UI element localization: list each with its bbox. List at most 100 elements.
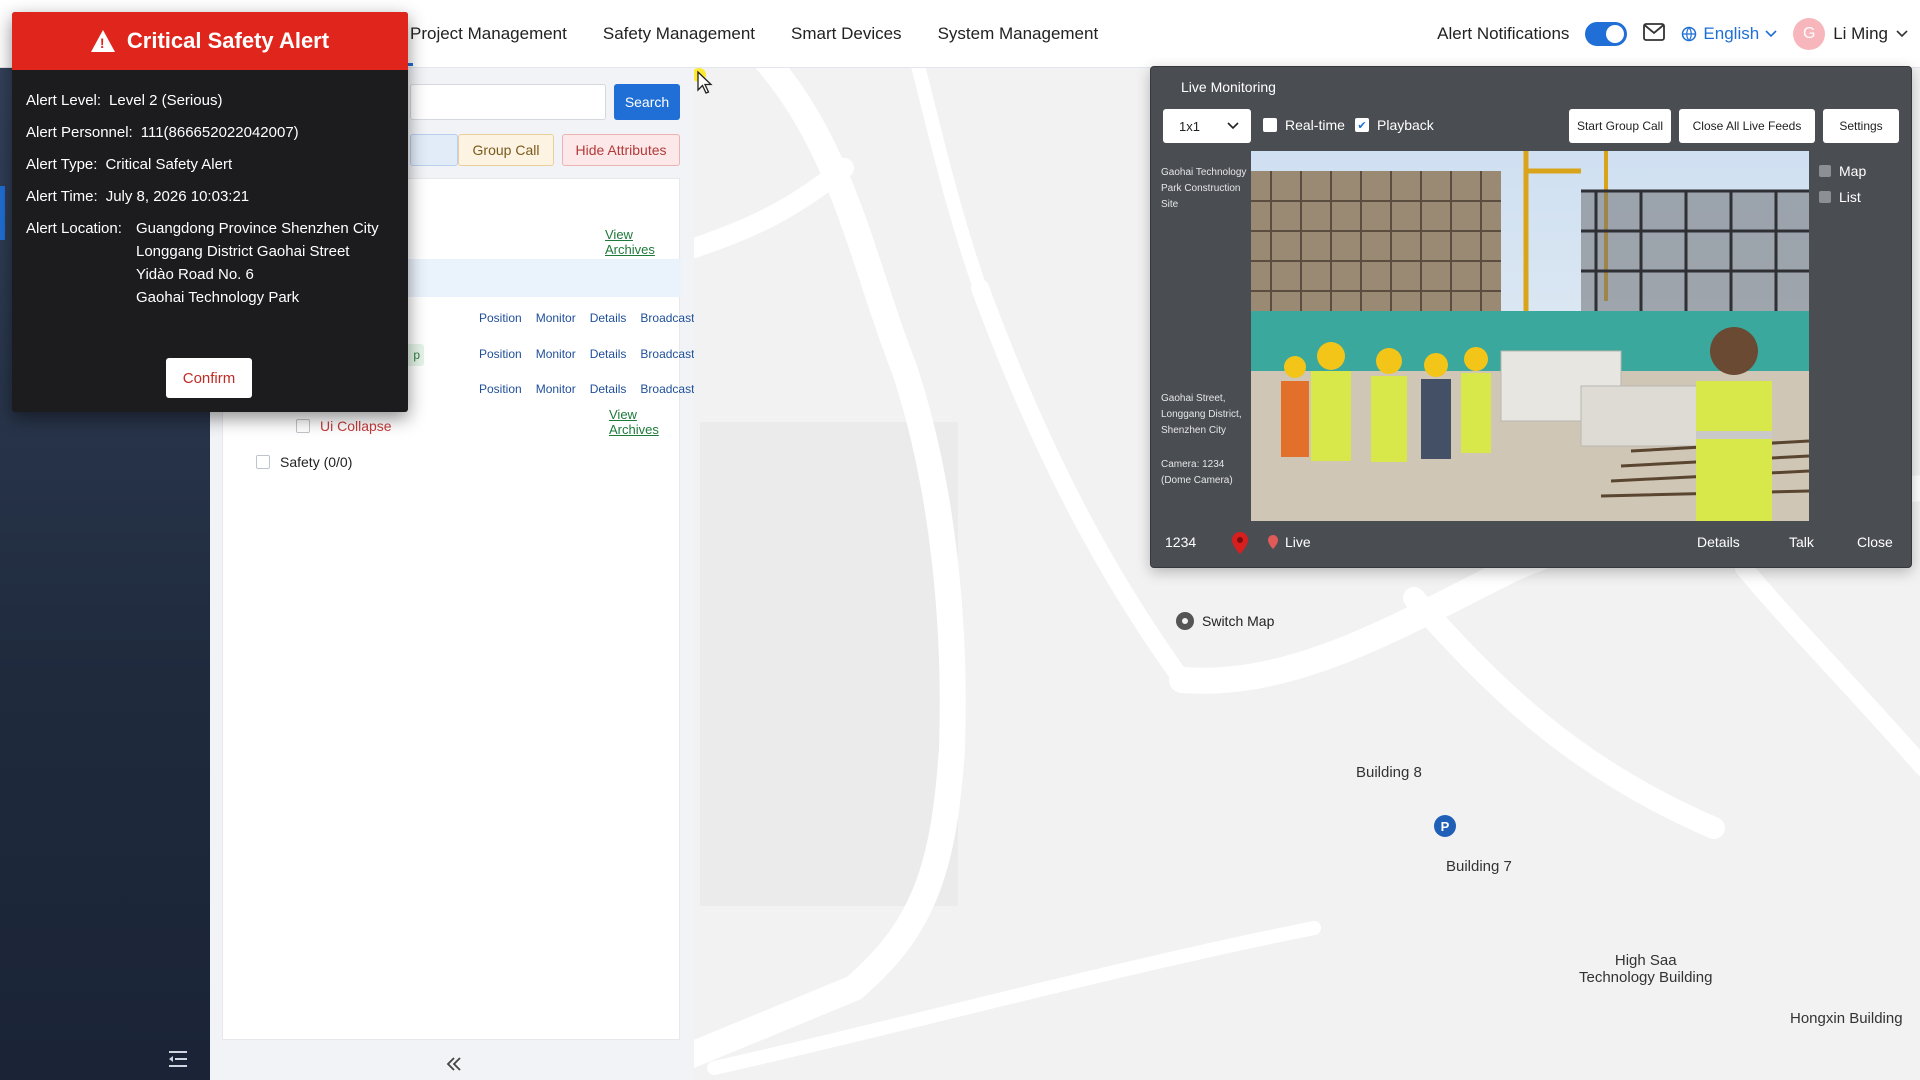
gear-icon: [1176, 612, 1194, 630]
live-monitoring-window: Live Monitoring 1x1 Real-time ✔ Playback…: [1150, 66, 1912, 568]
details-button[interactable]: Details: [1697, 534, 1740, 550]
language-selector[interactable]: English: [1681, 24, 1777, 44]
alert-time-value: July 8, 2026 10:03:21: [105, 188, 250, 205]
playback-option[interactable]: ✔ Playback: [1355, 117, 1434, 133]
broadcast-link[interactable]: Broadcast: [640, 382, 694, 396]
sidebar-active-marker: [0, 186, 5, 240]
parking-icon: P: [1434, 815, 1456, 837]
search-input[interactable]: [410, 84, 606, 120]
alert-time-row: Alert Time: July 8, 2026 10:03:21: [26, 188, 394, 205]
alert-type-label: Alert Type:: [26, 156, 98, 173]
map-pin-icon[interactable]: [1231, 531, 1249, 558]
list-item-ui-collapse[interactable]: Ui Collapse: [296, 418, 392, 434]
nav-system-management[interactable]: System Management: [938, 24, 1099, 44]
live-status[interactable]: Live: [1267, 534, 1311, 550]
nav-project-management[interactable]: Project Management: [410, 24, 567, 44]
realtime-label: Real-time: [1285, 117, 1345, 133]
playback-label: Playback: [1377, 117, 1434, 133]
map-label-high-saa-line2: Technology Building: [1579, 969, 1713, 986]
checkbox[interactable]: [296, 419, 310, 433]
live-monitoring-title: Live Monitoring: [1181, 79, 1276, 95]
map-option[interactable]: Map: [1819, 163, 1866, 179]
filter-button[interactable]: [410, 134, 458, 166]
map-option-checkbox[interactable]: [1819, 165, 1831, 177]
alert-level-row: Alert Level: Level 2 (Serious): [26, 92, 394, 109]
hide-attributes-button[interactable]: Hide Attributes: [562, 134, 680, 166]
header-right: Alert Notifications English G Li Ming: [1437, 0, 1908, 68]
view-archives-link[interactable]: View Archives: [605, 227, 679, 257]
list-option[interactable]: List: [1819, 189, 1861, 205]
realtime-checkbox[interactable]: [1263, 118, 1277, 132]
group-call-button[interactable]: Group Call: [458, 134, 554, 166]
live-pin-icon: [1268, 535, 1278, 549]
list-item-label: Safety (0/0): [280, 454, 353, 470]
switch-map-button[interactable]: Switch Map: [1176, 612, 1274, 630]
camera-id: 1234: [1165, 534, 1197, 550]
camera-location: Gaohai Street, Longgang District, Shenzh…: [1161, 393, 1242, 436]
position-link[interactable]: Position: [479, 347, 522, 361]
talk-button[interactable]: Talk: [1789, 534, 1814, 550]
nav-smart-devices[interactable]: Smart Devices: [791, 24, 902, 44]
alert-personnel-value: 111(866652022042007): [140, 124, 299, 141]
layout-select[interactable]: 1x1: [1163, 109, 1251, 143]
close-all-live-feeds-button[interactable]: Close All Live Feeds: [1679, 109, 1815, 143]
alert-location-line: Guangdong Province Shenzhen City: [136, 220, 379, 237]
cursor-icon: [694, 68, 713, 94]
monitor-link[interactable]: Monitor: [536, 347, 576, 361]
alert-notifications-toggle[interactable]: [1585, 22, 1628, 46]
live-video-feed[interactable]: [1251, 151, 1809, 521]
layout-select-value: 1x1: [1179, 118, 1200, 134]
position-link[interactable]: Position: [479, 311, 522, 325]
alert-notifications-label: Alert Notifications: [1437, 24, 1570, 43]
row-actions: Position Monitor Details Broadcast: [479, 347, 694, 361]
map-option-label: Map: [1839, 163, 1867, 179]
details-link[interactable]: Details: [590, 382, 627, 396]
list-option-label: List: [1839, 189, 1861, 205]
switch-map-label: Switch Map: [1202, 613, 1275, 629]
search-button[interactable]: Search: [614, 84, 680, 120]
checkbox[interactable]: [256, 455, 270, 469]
alert-location-label: Alert Location:: [26, 220, 122, 237]
map-label-building-7: Building 7: [1446, 858, 1512, 875]
warning-icon: [90, 30, 115, 52]
position-link[interactable]: Position: [479, 382, 522, 396]
playback-checkbox[interactable]: ✔: [1355, 118, 1369, 132]
menu-collapse-icon[interactable]: [168, 1048, 188, 1074]
map-label-high-saa: High Saa Technology Building: [1579, 952, 1712, 986]
alert-personnel-label: Alert Personnel:: [26, 124, 133, 141]
confirm-button[interactable]: Confirm: [166, 358, 252, 398]
settings-button[interactable]: Settings: [1823, 109, 1899, 143]
monitor-link[interactable]: Monitor: [536, 311, 576, 325]
live-label: Live: [1285, 534, 1311, 550]
alert-location-lines: Guangdong Province Shenzhen City Longgan…: [136, 220, 379, 312]
chevron-down-icon: [1765, 30, 1777, 38]
broadcast-link[interactable]: Broadcast: [640, 311, 694, 325]
alert-time-label: Alert Time:: [26, 188, 98, 205]
list-item-safety[interactable]: Safety (0/0): [256, 454, 352, 470]
broadcast-link[interactable]: Broadcast: [640, 347, 694, 361]
realtime-option[interactable]: Real-time: [1263, 117, 1345, 133]
row-actions: Position Monitor Details Broadcast: [479, 382, 694, 396]
nav-safety-management[interactable]: Safety Management: [603, 24, 755, 44]
mail-icon[interactable]: [1643, 22, 1666, 46]
view-archives-link[interactable]: View Archives: [609, 407, 679, 437]
close-button[interactable]: Close: [1857, 534, 1893, 550]
map-label-hongxin: Hongxin Building: [1790, 1010, 1903, 1027]
details-link[interactable]: Details: [590, 347, 627, 361]
avatar: G: [1793, 18, 1826, 50]
monitor-link[interactable]: Monitor: [536, 382, 576, 396]
user-menu[interactable]: G Li Ming: [1793, 18, 1908, 50]
construction-site-image: [1251, 151, 1809, 521]
globe-icon: [1682, 26, 1697, 42]
alert-level-value: Level 2 (Serious): [109, 92, 223, 109]
list-option-checkbox[interactable]: [1819, 191, 1831, 203]
main-nav: Project Management Safety Management Sma…: [410, 0, 1134, 68]
chevron-down-icon: [1227, 122, 1239, 130]
alert-location-row: Alert Location: Guangdong Province Shenz…: [26, 220, 394, 312]
double-chevron-left-icon[interactable]: [446, 1052, 462, 1078]
alert-type-row: Alert Type: Critical Safety Alert: [26, 156, 394, 173]
alert-level-label: Alert Level:: [26, 92, 102, 109]
start-group-call-button[interactable]: Start Group Call: [1569, 109, 1671, 143]
map-label-high-saa-line1: High Saa: [1614, 952, 1677, 969]
details-link[interactable]: Details: [590, 311, 627, 325]
